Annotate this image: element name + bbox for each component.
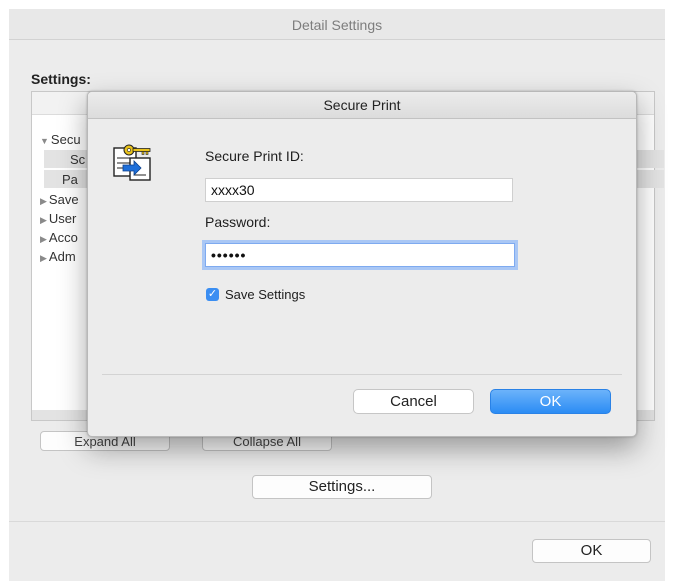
dialog-titlebar: Secure Print [88, 92, 636, 119]
password-masked-value: •••••• [211, 247, 247, 263]
footer-divider [9, 521, 665, 522]
cancel-button[interactable]: Cancel [353, 389, 474, 414]
password-input[interactable]: •••••• [205, 243, 515, 267]
secure-print-dialog: Secure Print Secure Print ID: xxxx30 Pas… [87, 91, 637, 437]
tree-item-label: Sc [70, 152, 86, 167]
collapsed-triangle-icon[interactable]: ▶ [40, 234, 47, 244]
tree-item-security[interactable]: ▼ Secu [40, 132, 81, 147]
collapsed-triangle-icon[interactable]: ▶ [40, 196, 47, 206]
password-label: Password: [205, 214, 271, 230]
tree-item-admin[interactable]: ▶ Adm [40, 249, 76, 264]
tree-item-label: Save [48, 192, 79, 207]
dialog-ok-button[interactable]: OK [490, 389, 611, 414]
tree-item-user[interactable]: ▶ User [40, 211, 76, 226]
save-settings-label[interactable]: Save Settings [225, 287, 305, 302]
collapsed-triangle-icon[interactable]: ▶ [40, 215, 47, 225]
secure-print-key-icon [113, 144, 151, 181]
settings-label: Settings: [31, 71, 91, 87]
save-settings-checkbox[interactable]: ✓ [206, 288, 219, 301]
tree-item-label: User [48, 211, 77, 226]
ok-button[interactable]: OK [532, 539, 651, 563]
window-titlebar: Detail Settings [9, 9, 665, 40]
expanded-triangle-icon[interactable]: ▼ [40, 136, 49, 146]
settings-button[interactable]: Settings... [252, 475, 432, 499]
window-title: Detail Settings [291, 17, 383, 33]
tree-item-label: Secu [50, 132, 81, 147]
dialog-title: Secure Print [323, 97, 401, 113]
tree-item-account[interactable]: ▶ Acco [40, 230, 78, 245]
tree-item-label: Acco [48, 230, 78, 245]
dialog-divider [102, 374, 622, 375]
tree-item-label: Pa [62, 172, 78, 187]
secure-print-id-label: Secure Print ID: [205, 148, 304, 164]
collapsed-triangle-icon[interactable]: ▶ [40, 253, 47, 263]
tree-item-save[interactable]: ▶ Save [40, 192, 79, 207]
secure-print-id-input[interactable]: xxxx30 [205, 178, 513, 202]
tree-item-label: Adm [48, 249, 76, 264]
